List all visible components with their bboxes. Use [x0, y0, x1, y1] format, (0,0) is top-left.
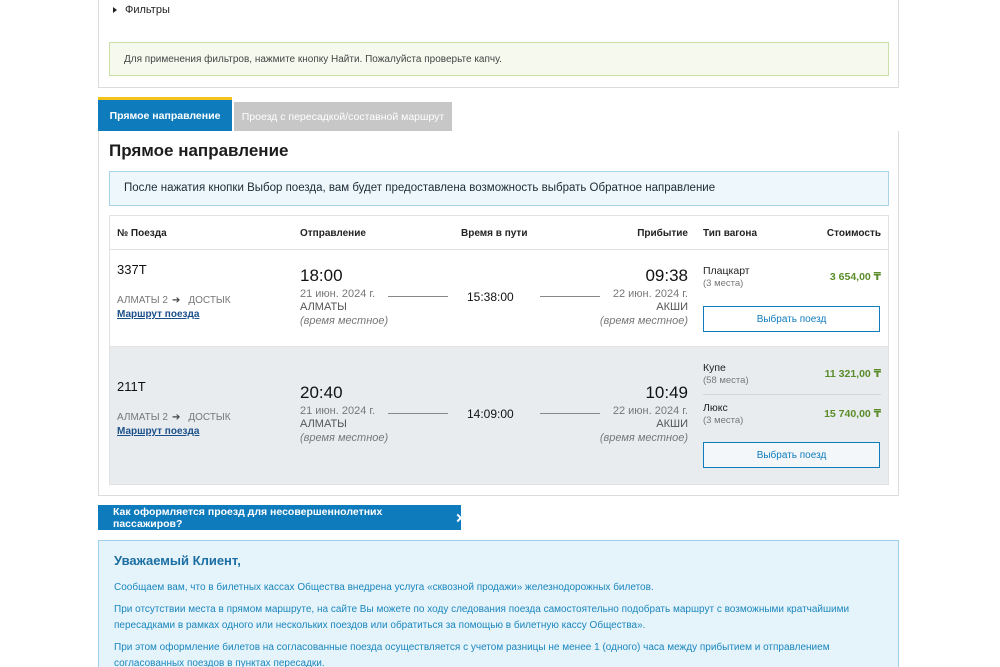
- departure-time: 18:00: [300, 266, 343, 285]
- car-divider: [703, 394, 881, 395]
- arrival-date: 22 июн. 2024 г.: [612, 405, 688, 417]
- caret-right-icon: [113, 7, 117, 13]
- notice-title: Уважаемый Клиент,: [114, 553, 241, 568]
- minors-info-label: Как оформляется проезд для несовершеннол…: [113, 505, 383, 530]
- route-to: ДОСТЫК: [188, 412, 231, 423]
- filters-panel: Фильтры Для применения фильтров, нажмите…: [98, 0, 899, 88]
- table-row: 211Т АЛМАТЫ 2 ➔ ДОСТЫК Маршрут поезда 20…: [110, 347, 888, 484]
- notice-paragraph: При этом оформление билетов на согласова…: [114, 642, 830, 667]
- select-train-button[interactable]: Выбрать поезд: [703, 306, 880, 332]
- divider-line: [540, 296, 600, 297]
- select-train-button[interactable]: Выбрать поезд: [703, 442, 880, 468]
- table-row: 337Т АЛМАТЫ 2 ➔ ДОСТЫК Маршрут поезда 18…: [110, 250, 888, 347]
- direction-tabs: Прямое направление Проезд с пересадкой/с…: [98, 97, 452, 131]
- direct-panel: Прямое направление После нажатия кнопки …: [98, 131, 899, 496]
- car-seats: (3 места): [703, 278, 744, 289]
- car-price: 11 321,00 ₸: [824, 368, 881, 380]
- car-seats: (3 места): [703, 415, 744, 426]
- train-route: АЛМАТЫ 2 ➔ ДОСТЫК: [117, 295, 231, 306]
- tab-transfer[interactable]: Проезд с пересадкой/составной маршрут: [234, 102, 452, 131]
- travel-time: 14:09:00: [467, 407, 514, 421]
- train-number: 211Т: [117, 379, 146, 394]
- trains-table: № Поезда Отправление Время в пути Прибыт…: [109, 215, 889, 485]
- filters-note: Для применения фильтров, нажмите кнопку …: [109, 42, 889, 76]
- arrival-city: АКШИ: [656, 418, 688, 430]
- route-link[interactable]: Маршрут поезда: [117, 309, 199, 320]
- divider-line: [388, 413, 448, 414]
- travel-time: 15:38:00: [467, 290, 514, 304]
- departure-city: АЛМАТЫ: [300, 301, 347, 313]
- departure-date: 21 июн. 2024 г.: [300, 405, 376, 417]
- header-departure: Отправление: [300, 228, 366, 239]
- arrival-note: (время местное): [599, 315, 688, 327]
- divider-line: [540, 413, 600, 414]
- departure-city: АЛМАТЫ: [300, 418, 347, 430]
- car-price: 3 654,00 ₸: [829, 271, 881, 283]
- header-price: Стоимость: [826, 228, 881, 239]
- arrival-city: АКШИ: [656, 301, 688, 313]
- arrow-right-icon: ➔: [171, 295, 181, 306]
- car-type: Купе: [703, 362, 726, 374]
- notice-paragraph: Сообщаем вам, что в билетных кассах Обще…: [114, 582, 654, 593]
- route-from: АЛМАТЫ 2: [117, 295, 168, 306]
- header-travel: Время в пути: [461, 228, 528, 239]
- departure-date: 21 июн. 2024 г.: [300, 288, 376, 300]
- header-arrival: Прибытие: [637, 228, 688, 239]
- route-from: АЛМАТЫ 2: [117, 412, 168, 423]
- chevron-right-icon: [453, 513, 463, 522]
- section-title: Прямое направление: [109, 141, 289, 160]
- departure-note: (время местное): [300, 315, 389, 327]
- car-type: Люкс: [703, 402, 728, 414]
- arrival-date: 22 июн. 2024 г.: [612, 288, 688, 300]
- arrival-note: (время местное): [599, 432, 688, 444]
- route-link[interactable]: Маршрут поезда: [117, 426, 199, 437]
- tab-direct[interactable]: Прямое направление: [98, 97, 232, 131]
- minors-info-button[interactable]: Как оформляется проезд для несовершеннол…: [98, 505, 463, 530]
- arrow-right-icon: ➔: [171, 412, 181, 423]
- car-type: Плацкарт: [703, 265, 750, 277]
- arrival-time: 10:49: [645, 383, 688, 402]
- header-train: № Поезда: [117, 228, 167, 239]
- car-price: 15 740,00 ₸: [824, 408, 881, 420]
- client-notice: Уважаемый Клиент, Сообщаем вам, что в би…: [98, 540, 899, 667]
- car-seats: (58 места): [703, 375, 749, 386]
- filters-toggle[interactable]: Фильтры: [113, 4, 170, 16]
- header-car-type: Тип вагона: [703, 228, 758, 239]
- notice-paragraph: При отсутствии места в прямом маршруте, …: [114, 604, 850, 631]
- train-number: 337Т: [117, 262, 147, 277]
- departure-time: 20:40: [300, 383, 343, 402]
- table-header: № Поезда Отправление Время в пути Прибыт…: [110, 216, 888, 250]
- departure-note: (время местное): [300, 432, 389, 444]
- divider-line: [388, 296, 448, 297]
- train-route: АЛМАТЫ 2 ➔ ДОСТЫК: [117, 412, 231, 423]
- info-box: После нажатия кнопки Выбор поезда, вам б…: [109, 171, 889, 206]
- route-to: ДОСТЫК: [188, 295, 231, 306]
- filters-toggle-label: Фильтры: [125, 4, 170, 16]
- arrival-time: 09:38: [645, 266, 688, 285]
